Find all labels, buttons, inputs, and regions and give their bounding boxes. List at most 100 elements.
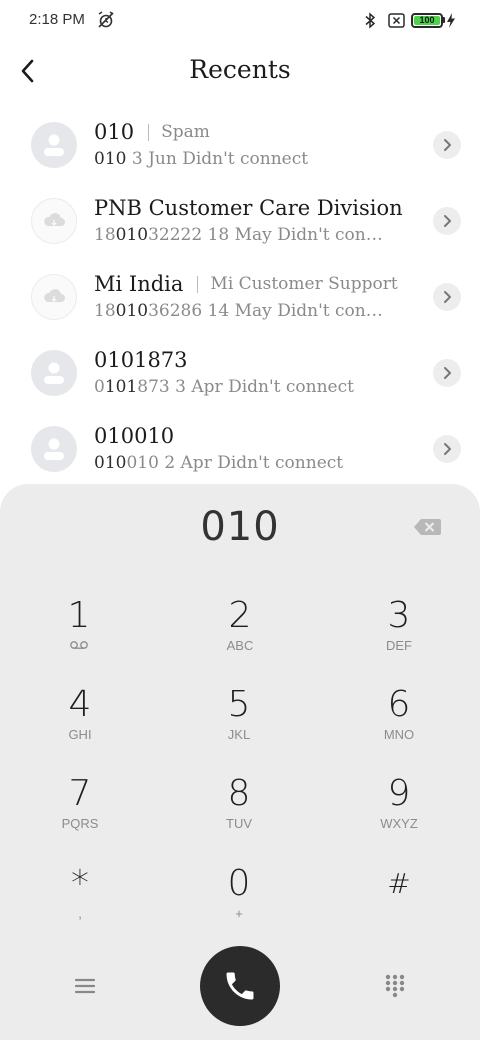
cloud-icon — [44, 289, 65, 302]
key-7[interactable]: 7 PQRS — [10, 774, 150, 854]
key-digit: 9 — [387, 773, 411, 814]
page-title: Recents — [189, 55, 291, 84]
recent-call-row[interactable]: Mi India Mi Customer Support 1801036286 … — [0, 258, 480, 334]
key-letters: ABC — [226, 638, 254, 653]
recent-call-row[interactable]: PNB Customer Care Division 1801032222 18… — [0, 182, 480, 258]
divider — [197, 275, 199, 293]
key-letters: JKL — [227, 727, 251, 742]
number-prefix: 18 — [94, 225, 116, 245]
divider — [148, 123, 150, 141]
person-icon — [44, 362, 64, 384]
number-match: 010 — [94, 453, 127, 473]
recents-list: 010 Spam 010 3 Jun Didn't connect PNB Cu… — [0, 106, 480, 486]
key-1[interactable]: 1 — [9, 596, 149, 676]
call-date: 3 Jun — [131, 149, 177, 169]
key-letters: PQRS — [61, 816, 99, 831]
number-match: 010 — [115, 301, 149, 321]
key-digit: 4 — [68, 684, 92, 725]
key-digit: 1 — [67, 595, 91, 636]
contact-name-line: 010010 — [94, 424, 174, 448]
call-date: 2 Apr — [164, 453, 212, 473]
key-digit: 6 — [387, 684, 411, 725]
chevron-right-icon — [444, 291, 451, 303]
battery-cap — [443, 17, 445, 23]
key-6[interactable]: 6 MNO — [329, 685, 469, 765]
key-9[interactable]: 9 WXYZ — [329, 774, 469, 854]
key-hash[interactable]: # — [329, 864, 469, 944]
call-details: 1801032222 18 May Didn't con… — [94, 225, 383, 245]
chevron-right-icon — [444, 215, 451, 227]
call-detail-button[interactable] — [433, 359, 461, 387]
call-status: Didn't con… — [277, 301, 383, 321]
avatar — [31, 426, 77, 472]
key-0[interactable]: 0 + — [169, 864, 309, 944]
number-rest: 32222 — [148, 225, 203, 245]
key-digit: 7 — [68, 773, 92, 814]
key-digit: # — [387, 867, 411, 900]
key-8[interactable]: 8 TUV — [169, 774, 309, 854]
call-detail-button[interactable] — [433, 131, 461, 159]
key-digit: 3 — [387, 595, 411, 636]
call-status: Didn't connect — [228, 377, 354, 397]
backspace-icon[interactable] — [412, 516, 442, 538]
contact-name: Mi India — [94, 272, 184, 296]
number-rest: 010 — [126, 453, 159, 473]
key-letters: TUV — [226, 816, 252, 831]
call-date: 18 May — [207, 225, 272, 245]
charging-icon — [447, 13, 455, 28]
number-match: 010 — [94, 149, 127, 169]
contact-name-line: Mi India Mi Customer Support — [94, 272, 398, 296]
chevron-right-icon — [444, 367, 451, 379]
key-letters: MNO — [383, 727, 415, 742]
battery-icon: 100 — [411, 13, 443, 28]
call-details: 010 3 Jun Didn't connect — [94, 149, 308, 169]
call-details: 010010 2 Apr Didn't connect — [94, 453, 343, 473]
chevron-right-icon — [444, 443, 451, 455]
status-time: 2:18 PM — [29, 11, 85, 28]
call-details: 0101873 3 Apr Didn't connect — [94, 377, 354, 397]
key-4[interactable]: 4 GHI — [10, 685, 150, 765]
key-2[interactable]: 2 ABC — [170, 596, 310, 676]
call-button[interactable] — [200, 946, 280, 1026]
menu-icon[interactable] — [72, 974, 98, 998]
key-letters: DEF — [386, 638, 412, 653]
key-digit: 5 — [227, 684, 251, 725]
contact-name-line: 010 Spam — [94, 120, 210, 144]
contact-name: 010 — [94, 120, 135, 144]
recent-call-row[interactable]: 010010 010010 2 Apr Didn't connect — [0, 410, 480, 486]
key-3[interactable]: 3 DEF — [329, 596, 469, 676]
key-digit: 0 — [227, 863, 251, 904]
key-5[interactable]: 5 JKL — [169, 685, 309, 765]
status-bar: 2:18 PM 100 — [0, 0, 480, 42]
number-match: 010 — [115, 225, 149, 245]
number-prefix: 0 — [94, 377, 105, 397]
alarm-off-icon — [98, 11, 114, 28]
key-star[interactable]: * , — [10, 864, 150, 944]
contact-name: 010010 — [94, 424, 175, 448]
key-digit: 2 — [228, 595, 252, 636]
recent-call-row[interactable]: 0101873 0101873 3 Apr Didn't connect — [0, 334, 480, 410]
key-letters: GHI — [68, 727, 92, 742]
bluetooth-icon — [365, 12, 376, 29]
call-detail-button[interactable] — [433, 283, 461, 311]
dialpad-icon[interactable] — [384, 973, 406, 999]
voicemail-icon — [70, 641, 88, 649]
key-digit: * — [71, 863, 89, 904]
call-detail-button[interactable] — [433, 207, 461, 235]
avatar — [31, 198, 77, 244]
number-match: 101 — [104, 377, 138, 397]
dialed-number[interactable]: 010 — [0, 504, 480, 550]
call-details: 1801036286 14 May Didn't con… — [94, 301, 383, 321]
contact-name-line: 0101873 — [94, 348, 188, 372]
avatar — [31, 350, 77, 396]
call-date: 3 Apr — [175, 377, 223, 397]
recent-call-row[interactable]: 010 Spam 010 3 Jun Didn't connect — [0, 106, 480, 182]
call-status: Didn't con… — [277, 225, 383, 245]
number-rest: 873 — [137, 377, 170, 397]
dialer-panel: 010 1 2 ABC 3 DEF 4 GHI 5 JKL 6 MNO 7 PQ… — [0, 484, 480, 1040]
key-letters: , — [78, 906, 82, 921]
battery-level: 100 — [414, 16, 440, 25]
call-status: Didn't connect — [182, 149, 309, 169]
call-detail-button[interactable] — [433, 435, 461, 463]
contact-tag: Spam — [161, 122, 210, 142]
